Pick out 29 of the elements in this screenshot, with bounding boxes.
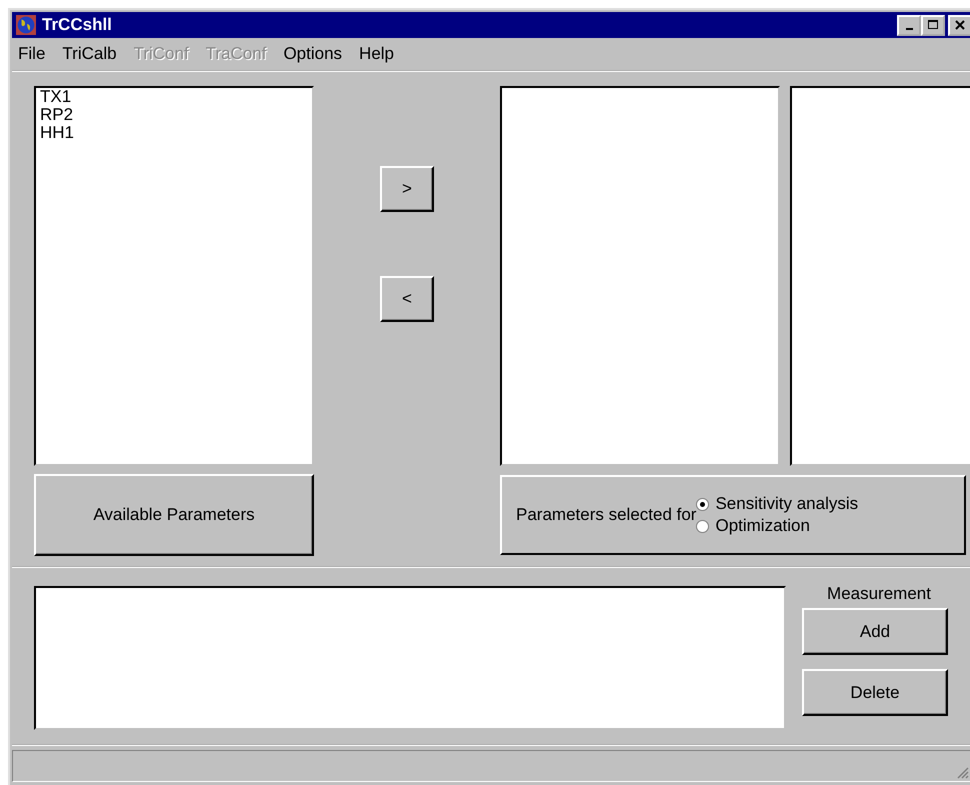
close-icon [954, 19, 966, 31]
parameter-values-list[interactable] [790, 86, 970, 466]
list-item[interactable]: RP2 [36, 106, 312, 124]
measurement-label: Measurement [827, 584, 931, 604]
measurement-button[interactable]: Add [802, 608, 948, 655]
window-title: TrCCshll [42, 15, 112, 35]
available-parameters-list[interactable]: TX1 RP2 HH1 [34, 86, 314, 466]
resize-grip-icon[interactable] [955, 765, 969, 779]
list-item[interactable]: HH1 [36, 124, 312, 142]
selected-parameters-list[interactable] [500, 86, 780, 466]
maximize-button[interactable] [921, 14, 945, 36]
move-button[interactable]: < [380, 276, 434, 322]
menu-item[interactable]: Help [359, 44, 394, 64]
menu-item[interactable]: Options [283, 44, 342, 64]
minimize-button[interactable] [897, 14, 921, 36]
selection-label: Parameters selected for [516, 505, 696, 525]
move-button[interactable]: > [380, 166, 434, 212]
radio-option[interactable]: Sensitivity analysis [696, 494, 858, 514]
close-button[interactable] [948, 14, 970, 36]
minimize-icon [906, 28, 912, 30]
menu-item[interactable]: File [18, 44, 46, 64]
menu-item[interactable]: TriCalb [62, 44, 117, 64]
measurement-button[interactable]: Delete [802, 669, 948, 716]
maximize-icon [927, 19, 939, 31]
list-item[interactable]: TX1 [36, 88, 312, 106]
measurement-list[interactable] [34, 586, 786, 730]
globe-icon [16, 15, 36, 35]
radio-option[interactable]: Optimization [696, 516, 858, 536]
available-parameters-button[interactable]: Available Parameters [34, 474, 314, 556]
